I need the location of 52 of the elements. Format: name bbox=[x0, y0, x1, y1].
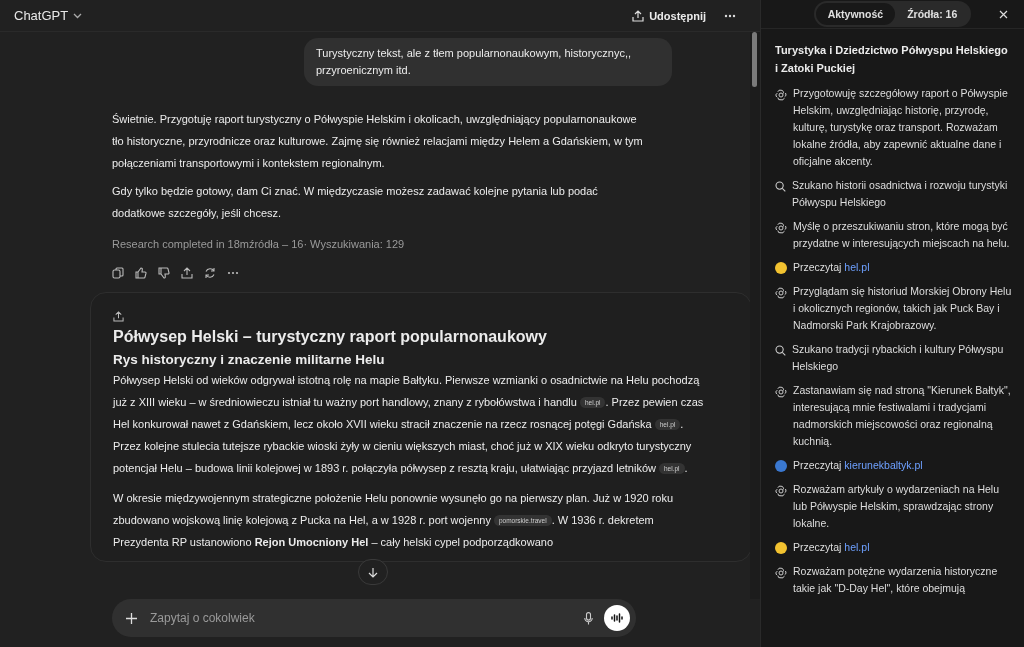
source-link[interactable]: hel.pl bbox=[844, 261, 870, 273]
arrow-down-icon bbox=[368, 566, 378, 578]
search-activity-text: Szukano historii osadnictwa i rozwoju turystyki Półwyspu Helskiego bbox=[792, 178, 1009, 210]
research-status: Research completed in 18mźródła – 16· Wyszukiwania: 129 bbox=[112, 238, 406, 250]
knot-logo-icon bbox=[775, 567, 787, 579]
more-options-icon[interactable] bbox=[227, 271, 239, 275]
share-icon[interactable] bbox=[113, 311, 124, 322]
activity-text: Myślę o przeszukiwaniu stron, które mogą być przydatne w interesujących miejscach na helu. bbox=[793, 219, 1011, 251]
search-icon bbox=[775, 345, 786, 356]
knot-logo-icon bbox=[775, 222, 787, 234]
knot-logo-icon bbox=[775, 485, 787, 497]
activity-text: Przyglądam się historiud Morskiej Obrony Helu i okolicznych regionów, takich jak Puck Bay i Nadmorski Park Krajobrazowy. bbox=[793, 284, 1012, 333]
knot-logo-icon bbox=[775, 89, 787, 101]
panel-title: Turystyka i Dziedzictwo Półwyspu Helskiego i Zatoki Puckiej bbox=[775, 43, 1009, 76]
panel-tab[interactable]: Aktywność bbox=[815, 3, 896, 25]
read-label: Przeczytaj bbox=[793, 459, 842, 471]
knot-logo-icon bbox=[775, 386, 787, 398]
chevron-down-icon bbox=[73, 12, 83, 19]
regenerate-icon[interactable] bbox=[204, 267, 216, 279]
message-input[interactable]: Zapytaj o cokolwiek bbox=[148, 610, 573, 626]
assistant-message: Świetnie. Przygotuję raport turystyczny o Półwyspie Helskim i okolicach, uwzględniający popularnonaukowe tło historyczne, przyrodnicze oraz kulturowe. Zajmę się również relacjami między Helem a Gdańskiem, w tym połączeniami transportowymi i kontekstem regionalnym. bbox=[112, 112, 644, 171]
model-selector[interactable]: ChatGPT bbox=[14, 8, 83, 23]
share-button[interactable]: Udostępnij bbox=[632, 9, 706, 22]
plus-icon[interactable] bbox=[126, 612, 137, 624]
source-link[interactable]: hel.pl bbox=[844, 541, 870, 553]
activity-text: Rozważam potężne wydarzenia historyczne takie jak "D-Day Hel", które obejmują bbox=[793, 564, 999, 596]
report-title: Półwysep Helski – turystyczny raport popularnonaukowy bbox=[113, 328, 548, 346]
more-options-icon[interactable] bbox=[724, 13, 736, 18]
close-icon[interactable] bbox=[999, 10, 1008, 19]
copy-icon[interactable] bbox=[112, 267, 124, 279]
share-icon[interactable] bbox=[181, 267, 193, 279]
user-message: Turystyczny tekst, ale z tłem popularnonaukowym, historycznyc,, przyroenicznym itd. bbox=[304, 38, 672, 86]
share-icon bbox=[632, 9, 645, 22]
read-label: Przeczytaj bbox=[793, 261, 842, 273]
activity-text: Rozważam artykuły o wydarzeniach na Helu lub Półwyspie Helskim, sprawdzając strony lokalne. bbox=[793, 482, 1000, 531]
search-icon bbox=[775, 181, 786, 192]
voice-mode-button[interactable] bbox=[604, 605, 630, 631]
scroll-down-button[interactable] bbox=[358, 559, 388, 585]
panel-tab[interactable]: Źródła: 16 bbox=[895, 3, 970, 25]
source-link[interactable]: kierunekbaltyk.pl bbox=[844, 459, 923, 471]
thumbs-up-icon[interactable] bbox=[135, 267, 147, 279]
search-activity-text: Szukano tradycji rybackich i kultury Półwyspu Helskiego bbox=[792, 342, 1005, 374]
microphone-icon[interactable] bbox=[584, 611, 593, 625]
knot-logo-icon bbox=[775, 287, 787, 299]
waveform-icon bbox=[611, 613, 623, 623]
thumbs-down-icon[interactable] bbox=[158, 267, 170, 279]
activity-text: Zastanawiam się nad stroną "Kierunek Bałtyk", interesującą mnie festiwalami i tradycjami nadmorskich miejscowości oraz regionalną kuchnią. bbox=[793, 383, 1012, 449]
composer-bar[interactable]: Zapytaj o cokolwiek bbox=[112, 599, 636, 637]
read-label: Przeczytaj bbox=[793, 541, 842, 553]
assistant-message: Gdy tylko będzie gotowy, dam Ci znać. W międzyczasie możesz zadawać kolejne pytania lub podać dodatkowe szczegóły, jeśli chcesz. bbox=[112, 184, 599, 221]
section-title: Rys historyczny i znaczenie militarne Helu bbox=[113, 352, 386, 367]
activity-text: Przygotowuję szczegółowy raport o Półwyspie Helskim, uwzględniając historię, przyrodę, kulturę, turystykę oraz transport. Rozważam lokalne źródła, aby zapewnić aktualne dane i oficjalne akcenty. bbox=[793, 86, 1009, 169]
